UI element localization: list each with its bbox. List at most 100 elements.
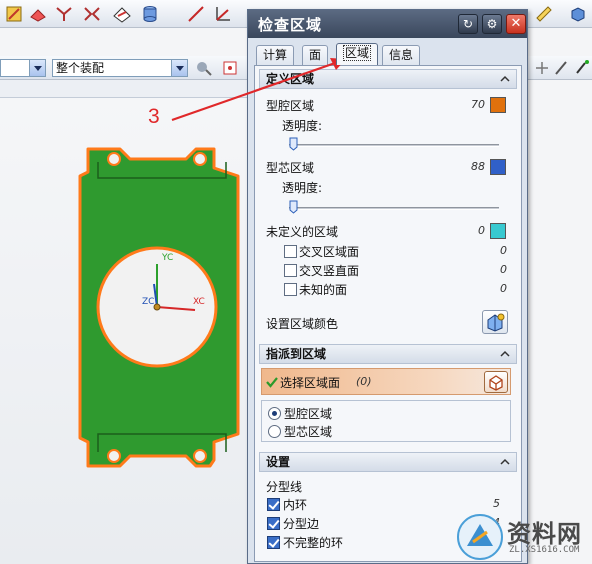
inner-loop-label: 内环 (283, 498, 308, 512)
parting-edge-checkbox[interactable] (267, 517, 280, 530)
view-strip (0, 80, 248, 98)
parting-edge-label: 分型边 (283, 517, 320, 531)
filter-combo[interactable] (0, 59, 46, 77)
core-region-radio[interactable] (268, 425, 281, 438)
crossover-vertical-count: 0 (500, 263, 507, 276)
sketch-icon[interactable] (4, 4, 24, 24)
cavity-region-label: 型腔区域 (266, 99, 315, 113)
crossover-faces-checkbox[interactable] (284, 245, 297, 258)
chevron-up-icon[interactable] (500, 457, 510, 467)
y-axis-label: YC (161, 253, 173, 263)
axis-icon[interactable] (212, 4, 232, 24)
tab-regions-label: 区域 (343, 45, 372, 61)
incomplete-loop-checkbox[interactable] (267, 536, 280, 549)
tab-calculate-label: 计算 (263, 48, 288, 62)
tab-content: 定义区域 型腔区域 70 透明度: 型芯区域 88 透明度: 未定义的区域 0 … (254, 65, 522, 562)
assign-region-header[interactable]: 指派到区域 (259, 344, 517, 364)
close-icon: ✕ (510, 16, 522, 31)
cavity-region-count: 70 (471, 98, 485, 111)
define-region-header[interactable]: 定义区域 (259, 69, 517, 89)
tab-regions[interactable]: 区域 (336, 43, 379, 65)
core-transparency-thumb[interactable] (289, 200, 298, 214)
chevron-up-icon[interactable] (500, 74, 510, 84)
watermark-logo-icon (457, 514, 503, 560)
chevron-up-icon[interactable] (500, 349, 510, 359)
tab-bar: 计算 面 区域 信息 (254, 43, 526, 65)
face-select-icon (489, 375, 503, 391)
inner-loop-checkbox[interactable] (267, 498, 280, 511)
core-region-radio-label: 型芯区域 (284, 425, 333, 439)
core-region-count: 88 (471, 160, 485, 173)
graphics-viewport[interactable]: YC ZC XC (0, 98, 248, 564)
select-filter-icon[interactable] (194, 58, 214, 78)
close-button[interactable]: ✕ (506, 14, 526, 34)
undefined-region-count: 0 (478, 224, 485, 237)
select-region-faces-row[interactable]: 选择区域面 (0) (261, 368, 511, 395)
parting-line-label: 分型线 (266, 480, 303, 494)
cavity-color-swatch[interactable] (490, 97, 506, 113)
tab-calculate[interactable]: 计算 (256, 45, 295, 65)
check-icon (266, 377, 278, 388)
cavity-transparency-thumb[interactable] (289, 137, 298, 151)
x-axis-label: XC (193, 297, 205, 307)
select-region-faces-count: (0) (356, 375, 372, 388)
assembly-scope-combo[interactable]: 整个装配 (52, 59, 188, 77)
plus-icon[interactable] (532, 58, 552, 78)
unknown-faces-checkbox[interactable] (284, 283, 297, 296)
box-view-icon[interactable] (568, 4, 588, 24)
reset-button[interactable]: ↻ (458, 14, 478, 34)
undefined-region-label: 未定义的区域 (266, 225, 339, 239)
mold-part-view: YC ZC XC (78, 147, 240, 468)
inner-loop-count: 5 (493, 497, 500, 510)
brush-icon[interactable] (572, 58, 592, 78)
region-radio-group: 型腔区域 型芯区域 (261, 400, 511, 442)
dialog-title: 检查区域 (258, 16, 323, 34)
crossover-vertical-label: 交叉竖直面 (299, 264, 360, 278)
set-region-color-button[interactable] (482, 310, 508, 334)
pen-icon[interactable] (552, 58, 572, 78)
snap-icon[interactable] (220, 58, 240, 78)
cylinder-icon[interactable] (140, 4, 160, 24)
corner-hole (193, 152, 207, 166)
set-region-color-label: 设置区域颜色 (266, 317, 339, 331)
dialog-titlebar[interactable]: 检查区域 ↻ ⚙ ✕ (248, 10, 527, 38)
cavity-region-radio-label: 型腔区域 (284, 407, 333, 421)
corner-hole (107, 152, 121, 166)
define-region-title: 定义区域 (266, 72, 315, 86)
split-icon[interactable] (82, 4, 102, 24)
corner-hole (107, 449, 121, 463)
assembly-scope-value: 整个装配 (56, 61, 105, 75)
cavity-region-radio[interactable] (268, 407, 281, 420)
reset-icon: ↻ (462, 17, 474, 31)
select-face-button[interactable] (484, 371, 508, 393)
extrude-icon[interactable] (28, 4, 48, 24)
incomplete-loop-label: 不完整的环 (283, 536, 344, 550)
z-axis-label: ZC (142, 297, 154, 307)
select-region-faces-label: 选择区域面 (280, 376, 341, 390)
crossover-faces-count: 0 (500, 244, 507, 257)
tab-info[interactable]: 信息 (382, 45, 421, 65)
crossover-vertical-checkbox[interactable] (284, 264, 297, 277)
unknown-faces-count: 0 (500, 282, 507, 295)
line-icon[interactable] (186, 4, 206, 24)
cavity-transparency-slider[interactable] (289, 144, 499, 147)
annotation-number: 3 (148, 105, 160, 128)
assign-region-title: 指派到区域 (266, 347, 327, 361)
settings-header[interactable]: 设置 (259, 452, 517, 472)
ruler-icon[interactable] (534, 4, 554, 24)
settings-title: 设置 (266, 455, 291, 469)
watermark: 资料网 ZL.XS1616.COM (455, 512, 592, 564)
core-color-swatch[interactable] (490, 159, 506, 175)
core-transparency-slider[interactable] (289, 207, 499, 210)
tab-faces[interactable]: 面 (302, 45, 329, 65)
trim-icon[interactable] (54, 4, 74, 24)
undefined-color-swatch[interactable] (490, 223, 506, 239)
paint-bucket-icon (487, 313, 505, 332)
core-region-label: 型芯区域 (266, 161, 315, 175)
crossover-faces-label: 交叉区域面 (299, 245, 360, 259)
watermark-url: ZL.XS1616.COM (509, 545, 580, 555)
tab-faces-label: 面 (309, 48, 322, 62)
settings-button[interactable]: ⚙ (482, 14, 502, 34)
surface-icon[interactable] (112, 4, 132, 24)
unknown-faces-label: 未知的面 (299, 283, 348, 297)
